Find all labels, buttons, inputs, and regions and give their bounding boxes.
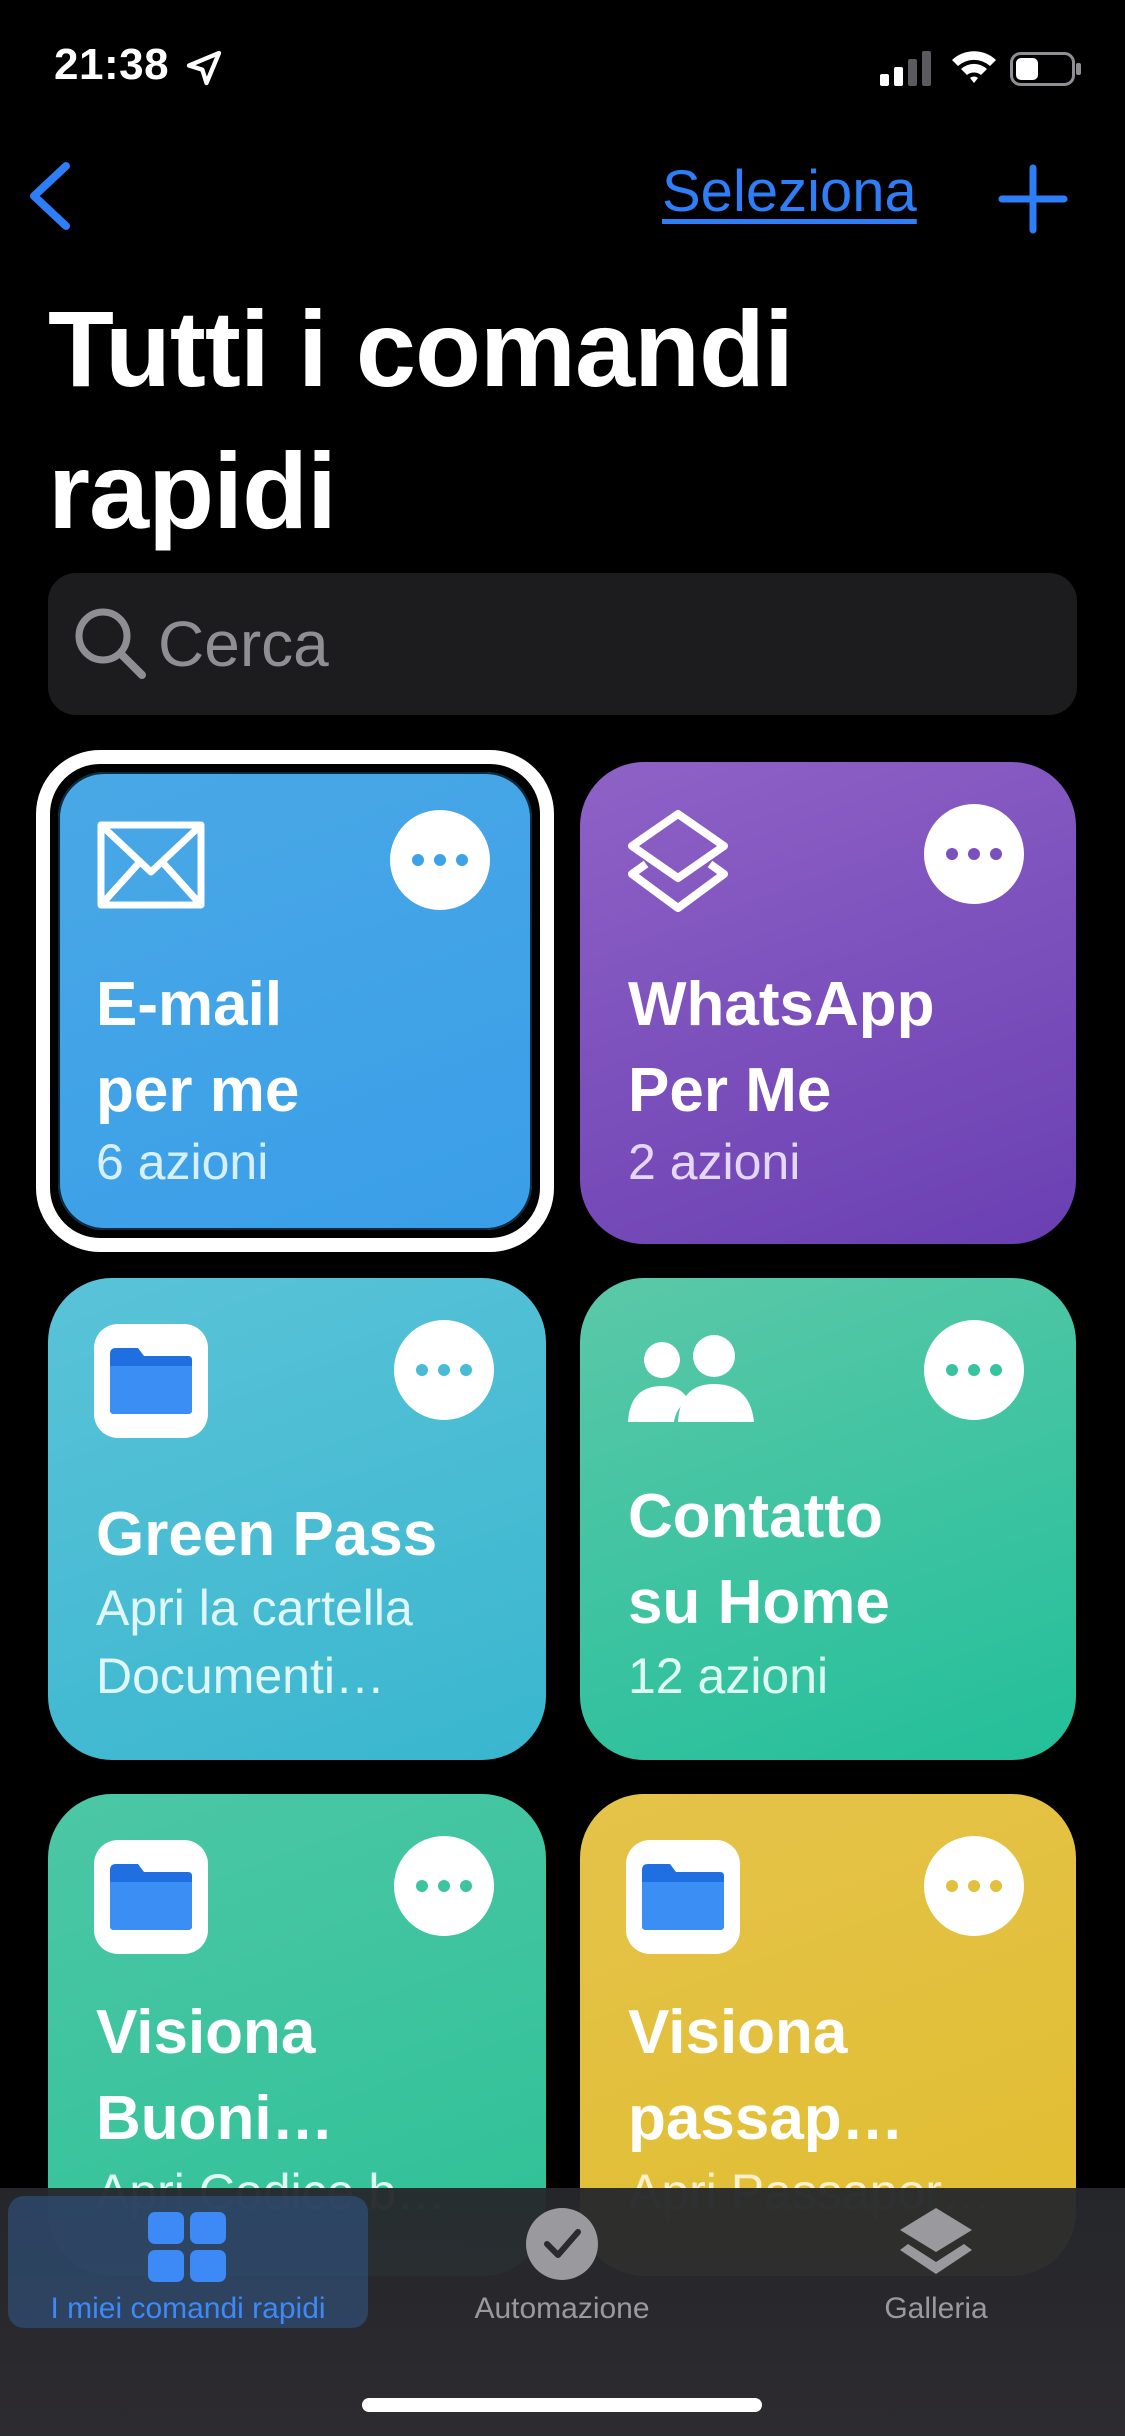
tile-subtitle: 2 azioni <box>628 1134 801 1190</box>
tab-label-my-shortcuts[interactable]: I miei comandi rapidi <box>8 2292 368 2326</box>
location-arrow-icon <box>186 50 222 86</box>
select-button[interactable]: Seleziona <box>662 158 917 225</box>
tab-label-automation[interactable]: Automazione <box>412 2292 712 2326</box>
cellular-signal-icon <box>880 51 931 86</box>
search-bar[interactable] <box>48 573 1077 715</box>
add-shortcut-plus-icon[interactable] <box>996 162 1070 236</box>
search-input[interactable] <box>158 599 1038 689</box>
tab-label-gallery[interactable]: Galleria <box>786 2292 1086 2326</box>
status-time: 21:38 <box>54 40 170 89</box>
battery-icon <box>1010 52 1081 86</box>
more-options-button[interactable] <box>394 1836 494 1936</box>
more-options-button[interactable] <box>924 804 1024 904</box>
clock-check-icon[interactable] <box>524 2206 600 2282</box>
tile-subtitle: Apri la cartella Documenti… <box>96 1580 413 1704</box>
people-icon <box>628 1335 754 1422</box>
shortcut-tile-green-pass[interactable]: Green Pass Apri la cartella Documenti… <box>48 1278 546 1760</box>
wifi-icon <box>952 51 996 83</box>
tile-name: Contatto su Home <box>628 1482 890 1637</box>
tile-name: WhatsApp Per Me <box>628 970 935 1125</box>
grid-icon[interactable] <box>148 2212 226 2282</box>
more-options-button[interactable] <box>394 1320 494 1420</box>
back-chevron-icon[interactable] <box>24 160 74 232</box>
search-icon <box>75 608 146 679</box>
shortcut-tile-contatto[interactable]: Contatto su Home 12 azioni <box>580 1278 1076 1760</box>
tile-name: Visiona passap… <box>628 1998 904 2153</box>
folder-icon <box>94 1324 208 1438</box>
tile-name: Green Pass <box>96 1500 438 1569</box>
layers-icon <box>628 810 728 912</box>
tile-name: Visiona Buoni… <box>96 1998 334 2153</box>
home-indicator[interactable] <box>362 2398 762 2412</box>
layers-icon[interactable] <box>896 2204 976 2284</box>
page-title: Tutti i comandi rapidi <box>48 288 794 551</box>
selection-inner-border <box>58 772 532 1230</box>
folder-icon <box>94 1840 208 1954</box>
folder-icon <box>626 1840 740 1954</box>
tile-subtitle: 12 azioni <box>628 1648 829 1704</box>
more-options-button[interactable] <box>924 1836 1024 1936</box>
shortcut-tile-whatsapp[interactable]: WhatsApp Per Me 2 azioni <box>580 762 1076 1244</box>
more-options-button[interactable] <box>924 1320 1024 1420</box>
